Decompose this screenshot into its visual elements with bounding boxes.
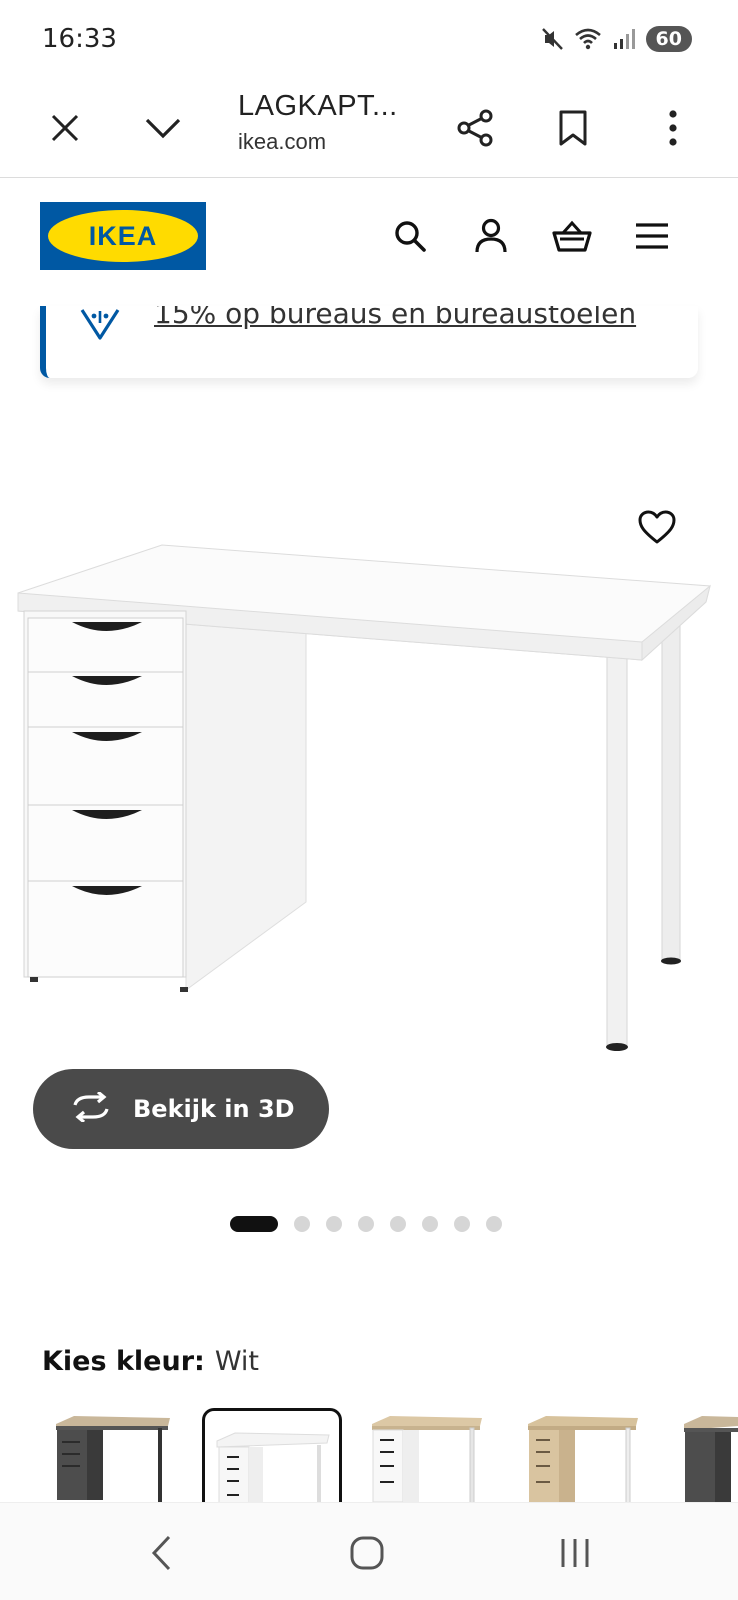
page-title: LAGKAPT... bbox=[238, 90, 398, 122]
chevron-down-icon[interactable] bbox=[133, 98, 193, 158]
battery-indicator: 60 bbox=[645, 26, 692, 52]
recents-icon[interactable] bbox=[545, 1525, 605, 1581]
color-swatch-selected[interactable] bbox=[202, 1408, 342, 1502]
home-icon[interactable] bbox=[337, 1525, 397, 1581]
carousel-dot-active[interactable] bbox=[230, 1216, 278, 1232]
color-swatch[interactable] bbox=[366, 1408, 506, 1502]
carousel-dot[interactable] bbox=[390, 1216, 406, 1232]
selected-color: Wit bbox=[214, 1346, 260, 1377]
share-icon[interactable] bbox=[445, 98, 505, 158]
color-swatch[interactable] bbox=[50, 1408, 190, 1502]
carousel-dot[interactable] bbox=[454, 1216, 470, 1232]
color-swatch[interactable] bbox=[678, 1408, 738, 1502]
url-block[interactable]: LAGKAPT... ikea.com bbox=[238, 86, 438, 155]
user-icon[interactable] bbox=[463, 208, 519, 264]
color-swatch[interactable] bbox=[522, 1408, 662, 1502]
color-label: Kies kleur: Wit bbox=[42, 1346, 259, 1377]
view-3d-label: Bekijk in 3D bbox=[133, 1095, 295, 1123]
basket-icon[interactable] bbox=[544, 208, 600, 264]
promo-link[interactable]: 15% op bureaus en bureaustoelen bbox=[154, 306, 636, 330]
ikea-logo[interactable]: IKEA bbox=[40, 202, 206, 270]
carousel-dot[interactable] bbox=[326, 1216, 342, 1232]
back-icon[interactable] bbox=[131, 1525, 191, 1581]
view-3d-button[interactable]: Bekijk in 3D bbox=[33, 1069, 329, 1149]
rotate-3d-icon bbox=[69, 1090, 113, 1127]
status-bar: 16:33 60 bbox=[0, 0, 738, 80]
carousel-dot[interactable] bbox=[486, 1216, 502, 1232]
bookmark-icon[interactable] bbox=[543, 98, 603, 158]
signal-icon bbox=[612, 26, 638, 52]
promo-banner: 15% op bureaus en bureaustoelen bbox=[40, 306, 698, 378]
status-icons: 60 bbox=[540, 26, 692, 52]
search-icon[interactable] bbox=[382, 208, 438, 264]
browser-toolbar: LAGKAPT... ikea.com bbox=[0, 80, 738, 178]
color-swatches bbox=[0, 1408, 738, 1502]
mute-icon bbox=[540, 26, 566, 52]
wifi-icon bbox=[574, 26, 604, 52]
close-icon[interactable] bbox=[35, 98, 95, 158]
more-vert-icon[interactable] bbox=[643, 98, 703, 158]
logo-text: IKEA bbox=[88, 220, 158, 251]
status-time: 16:33 bbox=[42, 24, 117, 54]
discount-tag-icon bbox=[78, 306, 122, 347]
carousel-dot[interactable] bbox=[294, 1216, 310, 1232]
carousel-dot[interactable] bbox=[358, 1216, 374, 1232]
site-header: IKEA bbox=[0, 178, 738, 306]
carousel-dot[interactable] bbox=[422, 1216, 438, 1232]
color-label-text: Kies kleur: bbox=[42, 1346, 205, 1377]
product-image[interactable] bbox=[14, 540, 726, 1070]
page-domain: ikea.com bbox=[238, 129, 327, 154]
system-nav-bar bbox=[0, 1502, 738, 1600]
carousel-dots bbox=[230, 1216, 502, 1232]
menu-icon[interactable] bbox=[624, 208, 680, 264]
